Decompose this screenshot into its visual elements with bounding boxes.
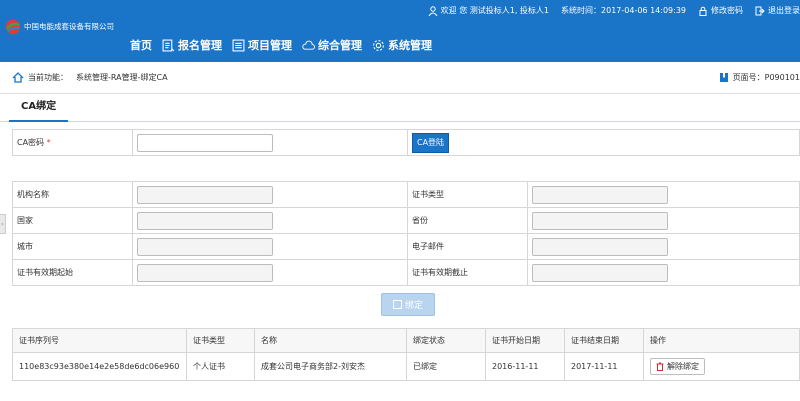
nav-home[interactable]: 首页: [130, 37, 152, 53]
logo-icon: [5, 19, 21, 35]
org-name-field[interactable]: [137, 185, 273, 204]
col-start-date: 证书开始日期: [485, 328, 565, 353]
welcome-text: 欢迎 您 测试投标人1, 投标人1: [428, 5, 549, 16]
table-row: 110e83c93e380e14e2e58de6dc06e960 个人证书 成套…: [12, 352, 800, 381]
cell-start: 2016-11-11: [485, 352, 565, 381]
valid-start-label: 证书有效期起始: [12, 259, 133, 286]
main-nav: 首页 报名管理 项目管理 综合管理 系统管理: [130, 37, 442, 53]
home-icon: [12, 72, 24, 83]
cell-name: 成套公司电子商务部2-刘安杰: [254, 352, 407, 381]
valid-end-label: 证书有效期截止: [407, 259, 528, 286]
email-label: 电子邮件: [407, 233, 528, 260]
province-label: 省份: [407, 207, 528, 234]
list-icon: [162, 39, 175, 51]
tab-bar: CA绑定: [0, 94, 800, 122]
breadcrumb-path: 系统管理-RA管理-绑定CA: [76, 73, 168, 82]
org-name-label: 机构名称: [12, 181, 133, 208]
col-type: 证书类型: [186, 328, 255, 353]
cell-type: 个人证书: [186, 352, 255, 381]
country-field[interactable]: [137, 211, 273, 230]
bookmark-icon: [719, 73, 728, 82]
nav-registration[interactable]: 报名管理: [162, 37, 222, 53]
breadcrumb: 当前功能： 系统管理-RA管理-绑定CA: [12, 72, 168, 83]
valid-start-field[interactable]: [137, 263, 273, 282]
col-action: 操作: [643, 328, 800, 353]
save-icon: [392, 300, 402, 309]
nav-system[interactable]: 系统管理: [372, 37, 432, 53]
company-name: 中国电能成套设备有限公司: [24, 22, 114, 31]
cert-type-field[interactable]: [532, 185, 668, 204]
trash-icon: [656, 362, 664, 371]
lock-icon: [699, 6, 707, 16]
sidebar-toggle[interactable]: ›: [0, 214, 6, 234]
cloud-icon: [302, 40, 315, 50]
app-header: 中国电能成套设备有限公司 欢迎 您 测试投标人1, 投标人1 系统时间： 201…: [0, 0, 800, 62]
col-name: 名称: [254, 328, 407, 353]
ca-login-form: CA密码 * CA登陆: [12, 129, 800, 156]
gear-icon: [373, 39, 384, 51]
nav-general[interactable]: 综合管理: [302, 37, 362, 53]
city-field[interactable]: [137, 237, 273, 256]
logout-icon: [755, 6, 765, 15]
unbind-button[interactable]: 解除绑定: [650, 358, 705, 375]
breadcrumb-bar: 当前功能： 系统管理-RA管理-绑定CA 页面号： P090101: [0, 62, 800, 94]
ca-login-button[interactable]: CA登陆: [412, 132, 450, 153]
change-password-link[interactable]: 修改密码: [698, 5, 743, 16]
country-label: 国家: [12, 207, 133, 234]
cert-table: 证书序列号 证书类型 名称 绑定状态 证书开始日期 证书结束日期 操作 110e…: [12, 328, 800, 381]
logout-link[interactable]: 退出登录: [755, 5, 800, 16]
tab-ca-binding[interactable]: CA绑定: [9, 94, 69, 122]
cell-status: 已绑定: [406, 352, 486, 381]
cert-type-label: 证书类型: [407, 181, 528, 208]
city-label: 城市: [12, 233, 133, 260]
email-field[interactable]: [532, 237, 668, 256]
cert-info-form: 机构名称 证书类型 国家 省份 城市 电子邮件 证书有效期起始 证书有效期截止: [12, 181, 800, 286]
breadcrumb-label: 当前功能：: [28, 73, 68, 82]
province-field[interactable]: [532, 211, 668, 230]
top-bar: 欢迎 您 测试投标人1, 投标人1 系统时间： 2017-04-06 14:09…: [428, 5, 800, 16]
ca-password-label: CA密码 *: [12, 129, 133, 156]
col-end-date: 证书结束日期: [564, 328, 644, 353]
bind-button[interactable]: 绑定: [381, 293, 435, 316]
col-serial: 证书序列号: [12, 328, 187, 353]
list-icon: [232, 39, 245, 51]
cell-end: 2017-11-11: [564, 352, 644, 381]
required-mark: *: [46, 138, 51, 147]
table-header-row: 证书序列号 证书类型 名称 绑定状态 证书开始日期 证书结束日期 操作: [12, 328, 800, 353]
ca-password-input[interactable]: [137, 133, 273, 152]
page-number: 页面号： P090101: [719, 72, 800, 83]
cell-serial: 110e83c93e380e14e2e58de6dc06e960: [12, 352, 187, 381]
user-icon: [428, 5, 438, 16]
valid-end-field[interactable]: [532, 263, 668, 282]
col-status: 绑定状态: [406, 328, 486, 353]
system-time: 系统时间： 2017-04-06 14:09:39: [561, 6, 686, 15]
nav-project[interactable]: 项目管理: [232, 37, 292, 53]
